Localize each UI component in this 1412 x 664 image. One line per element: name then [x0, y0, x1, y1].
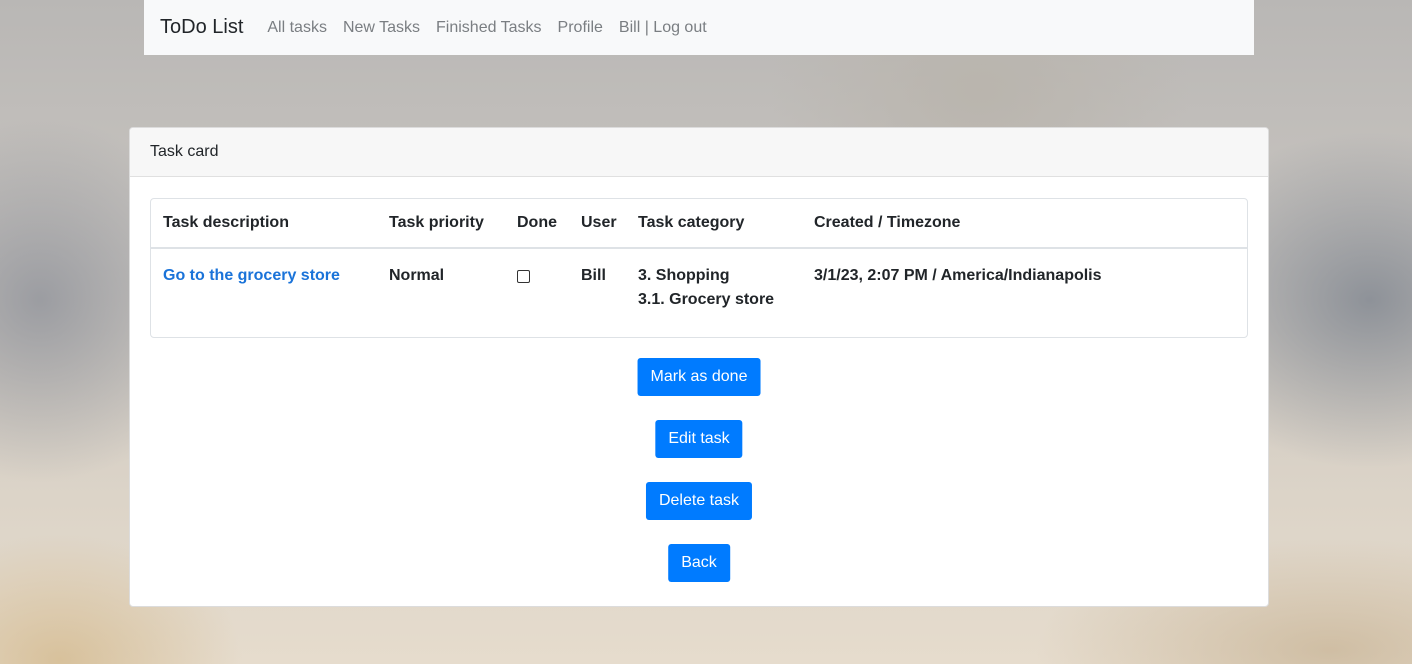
done-cell: [505, 248, 569, 312]
nav-logout[interactable]: Bill | Log out: [619, 19, 707, 37]
task-category-cell: 3. Shopping 3.1. Grocery store: [626, 248, 802, 312]
task-card: Task card Task description Task priority…: [129, 127, 1269, 607]
category-parent: 3. Shopping: [638, 267, 730, 284]
col-task-description: Task description: [151, 199, 377, 249]
task-table-container: Task description Task priority Done User…: [150, 198, 1248, 338]
col-task-priority: Task priority: [377, 199, 505, 249]
back-button[interactable]: Back: [668, 544, 730, 582]
task-description-cell: Go to the grocery store: [151, 248, 377, 312]
nav-new-tasks[interactable]: New Tasks: [343, 19, 420, 37]
col-done: Done: [505, 199, 569, 249]
mark-as-done-button[interactable]: Mark as done: [637, 358, 761, 396]
card-header: Task card: [130, 128, 1268, 177]
top-navbar: ToDo List All tasks New Tasks Finished T…: [144, 0, 1254, 55]
done-checkbox[interactable]: [517, 270, 530, 283]
user-cell: Bill: [581, 267, 606, 284]
col-user: User: [569, 199, 626, 249]
table-row: Go to the grocery store Normal Bill 3. S…: [151, 248, 1247, 312]
task-table: Task description Task priority Done User…: [151, 199, 1247, 312]
edit-task-button[interactable]: Edit task: [655, 420, 743, 458]
nav-finished-tasks[interactable]: Finished Tasks: [436, 19, 542, 37]
brand-link[interactable]: ToDo List: [160, 16, 243, 39]
col-created-timezone: Created / Timezone: [802, 199, 1247, 249]
nav-profile[interactable]: Profile: [558, 19, 603, 37]
category-child: 3.1. Grocery store: [638, 291, 775, 308]
task-priority-cell: Normal: [389, 267, 445, 284]
table-header-row: Task description Task priority Done User…: [151, 199, 1247, 249]
delete-task-button[interactable]: Delete task: [645, 482, 753, 520]
created-timezone-cell: 3/1/23, 2:07 PM / America/Indianapolis: [814, 267, 1102, 284]
task-description-link[interactable]: Go to the grocery store: [163, 267, 340, 284]
nav-all-tasks[interactable]: All tasks: [267, 19, 327, 37]
col-task-category: Task category: [626, 199, 802, 249]
